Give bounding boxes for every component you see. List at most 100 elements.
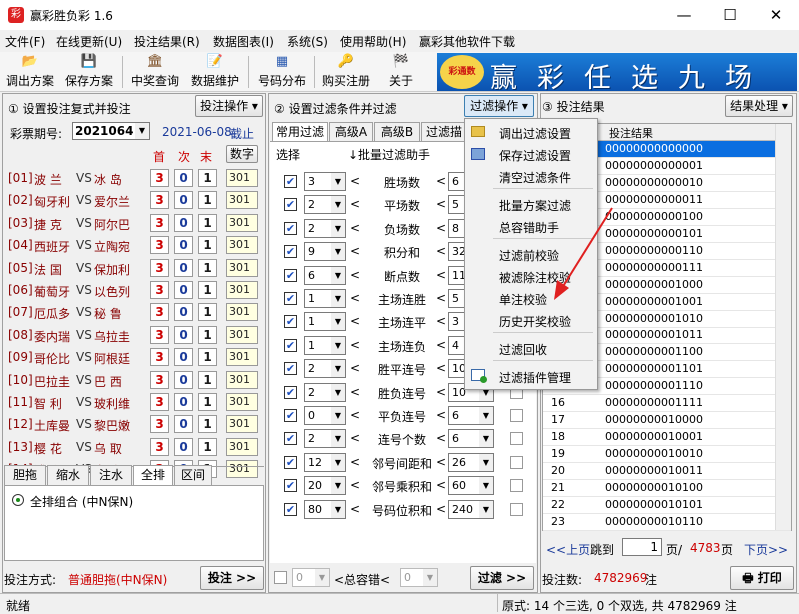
menu-item-save-filter[interactable]: 保存过滤设置	[499, 147, 571, 164]
bet-button[interactable]: 投注 >>	[200, 566, 264, 590]
filter-operation-button[interactable]: 过滤操作 ▾	[464, 95, 534, 117]
filter-button[interactable]: 过滤 >>	[470, 566, 534, 590]
menu-item-recycle[interactable]: 过滤回收	[499, 341, 547, 358]
print-button[interactable]: 🖶 打印	[730, 566, 794, 590]
draw-cell[interactable]: 0	[174, 303, 193, 322]
filter-checkbox[interactable]: ✔	[284, 198, 297, 212]
menu-item-history-check[interactable]: 历史开奖校验	[499, 313, 571, 330]
scrollbar[interactable]	[775, 124, 791, 530]
number-box[interactable]: 301	[226, 258, 258, 277]
number-box[interactable]: 301	[226, 303, 258, 322]
menu-item-load-filter[interactable]: 调出过滤设置	[499, 125, 571, 142]
win-cell[interactable]: 3	[150, 213, 169, 232]
tab-suoshui[interactable]: 缩水	[47, 465, 89, 485]
filter-min-select[interactable]: 9 ▼	[304, 242, 346, 262]
menu-charts[interactable]: 数据图表(I)	[213, 33, 274, 50]
tab-zhushui[interactable]: 注水	[90, 465, 132, 485]
filter-extra-checkbox[interactable]	[510, 455, 523, 469]
win-cell[interactable]: 3	[150, 191, 169, 210]
lose-cell[interactable]: 1	[198, 415, 217, 434]
draw-cell[interactable]: 0	[174, 191, 193, 210]
draw-cell[interactable]: 0	[174, 437, 193, 456]
filter-checkbox[interactable]: ✔	[284, 268, 297, 282]
filter-min-select[interactable]: 1 ▼	[304, 335, 346, 355]
filter-min-select[interactable]: 1 ▼	[304, 312, 346, 332]
filter-min-select[interactable]: 0 ▼	[304, 406, 346, 425]
win-cell[interactable]: 3	[150, 348, 169, 367]
filter-checkbox[interactable]: ✔	[284, 502, 297, 516]
filter-checkbox[interactable]: ✔	[284, 175, 297, 188]
draw-cell[interactable]: 0	[174, 258, 193, 277]
lose-cell[interactable]: 1	[198, 370, 217, 389]
filter-min-select[interactable]: 80 ▼	[304, 499, 346, 519]
tab-common-filter[interactable]: 常用过滤	[272, 122, 328, 143]
menu-results[interactable]: 投注结果(R)	[134, 33, 200, 50]
lose-cell[interactable]: 1	[198, 191, 217, 210]
draw-cell[interactable]: 0	[174, 236, 193, 255]
filter-checkbox[interactable]: ✔	[284, 362, 297, 376]
win-cell[interactable]: 3	[150, 258, 169, 277]
next-page-link[interactable]: 下页>>	[744, 541, 788, 558]
table-row[interactable]: 21 00000000010100	[543, 480, 791, 497]
table-row[interactable]: 18 00000000010001	[543, 429, 791, 447]
draw-cell[interactable]: 0	[174, 281, 193, 299]
number-box[interactable]: 301	[226, 325, 258, 344]
filter-min-select[interactable]: 1 ▼	[304, 289, 346, 308]
number-box[interactable]: 301	[226, 191, 258, 210]
filter-max-select[interactable]: 6▼	[448, 429, 494, 449]
number-box[interactable]: 301	[226, 437, 258, 456]
filter-extra-checkbox[interactable]	[510, 432, 523, 446]
tab-qujian[interactable]: 区间	[174, 465, 212, 485]
lose-cell[interactable]: 1	[198, 258, 217, 277]
lose-cell[interactable]: 1	[198, 303, 217, 322]
filter-min-select[interactable]: 2 ▼	[304, 359, 346, 379]
purchase-register-button[interactable]: 🔑 购买注册	[318, 54, 374, 90]
load-plan-button[interactable]: 📂 调出方案	[4, 54, 56, 90]
menu-item-plugin-manager[interactable]: 过滤插件管理	[499, 369, 571, 386]
win-cell[interactable]: 3	[150, 303, 169, 322]
filter-extra-checkbox[interactable]	[510, 479, 523, 493]
radio-full-combo[interactable]	[12, 494, 24, 506]
filter-min-select[interactable]: 2 ▼	[304, 218, 346, 238]
minimize-button[interactable]: —	[661, 0, 707, 30]
tolerance-max-select[interactable]: 0 ▼	[400, 568, 438, 587]
tab-quanpai[interactable]: 全排	[133, 465, 173, 486]
tab-filter-desc[interactable]: 过滤描	[421, 122, 467, 142]
maximize-button[interactable]: ☐	[707, 0, 753, 30]
lose-cell[interactable]: 1	[198, 213, 217, 232]
menu-help[interactable]: 使用帮助(H)	[340, 33, 406, 50]
win-cell[interactable]: 3	[150, 281, 169, 299]
filter-max-select[interactable]: 26 ▼	[448, 452, 494, 472]
filter-min-select[interactable]: 2 ▼	[304, 429, 346, 449]
number-box[interactable]: 301	[226, 415, 258, 434]
win-cell[interactable]: 3	[150, 437, 169, 456]
filter-min-select[interactable]: 2 ▼	[304, 195, 346, 215]
lose-cell[interactable]: 1	[198, 393, 217, 411]
number-box[interactable]: 301	[226, 393, 258, 411]
lose-cell[interactable]: 1	[198, 437, 217, 456]
page-input[interactable]: 1	[622, 538, 662, 556]
win-cell[interactable]: 3	[150, 236, 169, 255]
filter-checkbox[interactable]: ✔	[284, 479, 297, 493]
prize-query-button[interactable]: 🏛 中奖查询	[128, 54, 182, 90]
number-box[interactable]: 301	[226, 370, 258, 389]
filter-min-select[interactable]: 2 ▼	[304, 382, 346, 402]
about-button[interactable]: 🏁 关于	[384, 54, 418, 90]
filter-max-select[interactable]: 240 ▼	[448, 499, 494, 519]
table-row[interactable]: 23 00000000010110	[543, 514, 791, 531]
tab-advanced-a[interactable]: 高级A	[329, 122, 373, 142]
draw-cell[interactable]: 0	[174, 370, 193, 389]
win-cell[interactable]: 3	[150, 415, 169, 434]
filter-min-select[interactable]: 12 ▼	[304, 452, 346, 472]
menu-update[interactable]: 在线更新(U)	[56, 33, 122, 50]
lose-cell[interactable]: 1	[198, 325, 217, 344]
menu-file[interactable]: 文件(F)	[5, 33, 45, 50]
number-distribution-button[interactable]: ▦ 号码分布	[254, 54, 310, 90]
number-button[interactable]: 数字	[226, 145, 258, 163]
table-row[interactable]: 22 00000000010101	[543, 497, 791, 514]
filter-checkbox[interactable]: ✔	[284, 409, 297, 422]
filter-checkbox[interactable]: ✔	[284, 315, 297, 329]
win-cell[interactable]: 3	[150, 169, 169, 187]
table-row[interactable]: 16 00000000001111	[543, 395, 791, 413]
win-cell[interactable]: 3	[150, 370, 169, 389]
